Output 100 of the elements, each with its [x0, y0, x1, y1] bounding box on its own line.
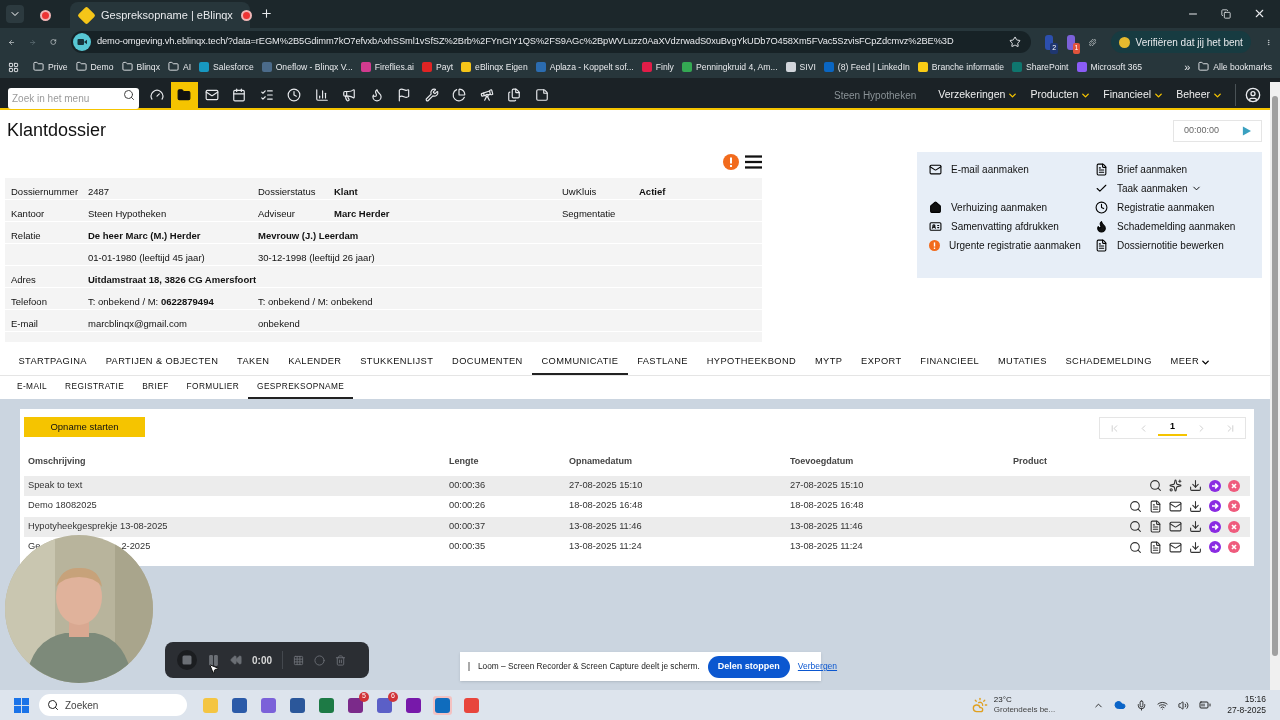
- bookmark-link[interactable]: Alle bookmarks: [1213, 60, 1272, 74]
- delete-icon[interactable]: [1228, 479, 1240, 492]
- mail-icon[interactable]: [1169, 499, 1182, 513]
- delete-icon[interactable]: [1228, 500, 1240, 513]
- tab[interactable]: KALENDER: [278, 350, 351, 375]
- tab-search-button[interactable]: [6, 5, 24, 23]
- bookmark-link[interactable]: Microsoft 365: [1090, 60, 1143, 74]
- action-link[interactable]: E-mail aanmaken: [951, 162, 1029, 177]
- bookmark-link[interactable]: eBlinqx Eigen: [475, 60, 528, 74]
- app-tile-icon[interactable]: [433, 695, 452, 715]
- bookmark-link[interactable]: AI: [182, 60, 192, 74]
- tab[interactable]: STARTPAGINA: [9, 350, 97, 375]
- stop-sharing-button[interactable]: Delen stoppen: [707, 655, 790, 678]
- subtab[interactable]: REGISTRATIE: [56, 376, 134, 399]
- wifi-icon[interactable]: [1157, 699, 1169, 711]
- microphone-icon[interactable]: [1136, 699, 1148, 711]
- bookmark-link[interactable]: Demo: [90, 60, 114, 74]
- tab[interactable]: MYTP: [805, 350, 852, 375]
- tab[interactable]: FASTLANE: [627, 350, 698, 375]
- bookmark-link[interactable]: Fireflies.ai: [374, 60, 414, 74]
- bookmark-link[interactable]: Penningkruid 4, Am...: [695, 60, 778, 74]
- folder-icon[interactable]: [121, 61, 133, 73]
- favicon-icon[interactable]: [785, 62, 796, 72]
- taskbar-search[interactable]: Zoeken: [39, 694, 187, 716]
- tab[interactable]: STUKKENLIJST: [350, 350, 443, 375]
- reload-icon[interactable]: [50, 36, 57, 48]
- bookmark-link[interactable]: Salesforce: [213, 60, 254, 74]
- folder-icon[interactable]: [75, 61, 87, 73]
- cloud-icon[interactable]: [1114, 699, 1127, 711]
- action-link[interactable]: Taak aanmaken: [1117, 181, 1188, 196]
- download-icon[interactable]: [1189, 540, 1202, 554]
- scrollbar-thumb[interactable]: [1272, 96, 1278, 656]
- pause-icon[interactable]: [207, 653, 220, 667]
- speaker-icon[interactable]: [1178, 699, 1190, 711]
- folder-icon[interactable]: [33, 61, 44, 73]
- menu-search-field[interactable]: Zoek in het menu: [8, 87, 139, 109]
- tab[interactable]: MEER: [1161, 350, 1209, 375]
- play-icon[interactable]: [1242, 126, 1251, 136]
- tab[interactable]: FINANCIEEL: [910, 350, 989, 375]
- favicon-icon[interactable]: [681, 62, 692, 72]
- action-link[interactable]: Samenvatting afdrukken: [951, 219, 1059, 234]
- app-tile-icon[interactable]: [230, 695, 249, 715]
- forward-icon[interactable]: [1209, 520, 1221, 533]
- menu-dropdown[interactable]: Financieel: [1103, 87, 1152, 103]
- alert-icon[interactable]: [723, 154, 739, 170]
- bookmark-link[interactable]: Branche informatie: [931, 60, 1004, 74]
- app-tile-icon[interactable]: [259, 695, 278, 715]
- battery-icon[interactable]: [1199, 699, 1212, 711]
- mail-icon[interactable]: [1169, 540, 1182, 554]
- folder-icon[interactable]: [1198, 61, 1210, 73]
- scrollbar[interactable]: [1270, 82, 1280, 690]
- folder-icon[interactable]: [167, 61, 179, 73]
- browser-tab[interactable]: Gespreksopname | eBlinqx: [70, 2, 250, 28]
- restore-icon[interactable]: [1221, 8, 1231, 19]
- app-tile-icon[interactable]: [462, 695, 481, 715]
- bookmark-link[interactable]: Finly: [655, 60, 674, 74]
- subtab[interactable]: FORMULIER: [177, 376, 249, 399]
- download-icon[interactable]: [1189, 499, 1202, 513]
- nav-button[interactable]: [170, 82, 198, 108]
- tab[interactable]: TAKEN: [227, 350, 279, 375]
- action-link[interactable]: Dossiernotitie bewerken: [1117, 238, 1224, 253]
- menu-dropdown[interactable]: Verzekeringen: [938, 87, 1006, 103]
- bookmark-link[interactable]: Oneflow - Blinqx V...: [275, 60, 353, 74]
- action-link[interactable]: Verhuizing aanmaken: [951, 200, 1048, 215]
- tab[interactable]: DOCUMENTEN: [442, 350, 533, 375]
- menu-icon[interactable]: [745, 155, 762, 169]
- close-icon[interactable]: [1253, 7, 1266, 20]
- bookmark-link[interactable]: SharePoint: [1025, 60, 1069, 74]
- document-icon[interactable]: [1149, 520, 1162, 534]
- document-icon[interactable]: [1149, 540, 1162, 554]
- stop-button[interactable]: [177, 650, 197, 670]
- app-tile-icon[interactable]: [201, 695, 220, 715]
- action-link[interactable]: Urgente registratie aanmaken: [949, 238, 1081, 253]
- tab[interactable]: PARTIJEN & OBJECTEN: [96, 350, 228, 375]
- menu-dropdown[interactable]: Beheer: [1176, 87, 1210, 103]
- search-icon[interactable]: [1129, 499, 1142, 513]
- search-icon[interactable]: [1129, 520, 1142, 534]
- mail-icon[interactable]: [1169, 520, 1182, 534]
- download-icon[interactable]: [1189, 520, 1202, 534]
- action-link[interactable]: Schademelding aanmaken: [1117, 219, 1236, 234]
- rewind-icon[interactable]: [230, 654, 242, 666]
- bookmark-link[interactable]: (8) Feed | LinkedIn: [837, 60, 910, 74]
- search-icon[interactable]: [1129, 540, 1142, 554]
- hide-link[interactable]: Verbergen: [797, 660, 838, 673]
- bookmark-link[interactable]: SIVI: [799, 60, 816, 74]
- bookmark-link[interactable]: Blinqx: [136, 60, 160, 74]
- tab[interactable]: HYPOTHEEKBOND: [697, 350, 806, 375]
- bookmark-link[interactable]: Payt: [435, 60, 454, 74]
- address-bar[interactable]: demo-omgeving.vh.eblinqx.tech/?data=rEGM%2B5Gdimm7kO7efvxbAxhSSml1vSfSZ%2Brb%2FYnGIY1QS%2FS9AGc%2BpWVLuzz0AaXVdzrwadS0xuBvgYkUDb7O458Xm5FVac5SzvisFCpZdcmvz%2BE%3D: [70, 31, 1031, 53]
- delete-icon[interactable]: [1228, 541, 1240, 554]
- search-icon[interactable]: [1149, 479, 1162, 493]
- menu-dropdown[interactable]: Producten: [1030, 87, 1079, 103]
- favicon-icon[interactable]: [199, 62, 210, 72]
- favicon-icon[interactable]: [461, 62, 472, 72]
- user-icon[interactable]: [1245, 87, 1261, 103]
- delete-icon[interactable]: [1228, 520, 1240, 533]
- action-link[interactable]: Registratie aanmaken: [1117, 200, 1215, 215]
- app-tile-icon[interactable]: [288, 695, 307, 715]
- windows-icon[interactable]: [14, 697, 29, 713]
- forward-icon[interactable]: [1209, 479, 1221, 492]
